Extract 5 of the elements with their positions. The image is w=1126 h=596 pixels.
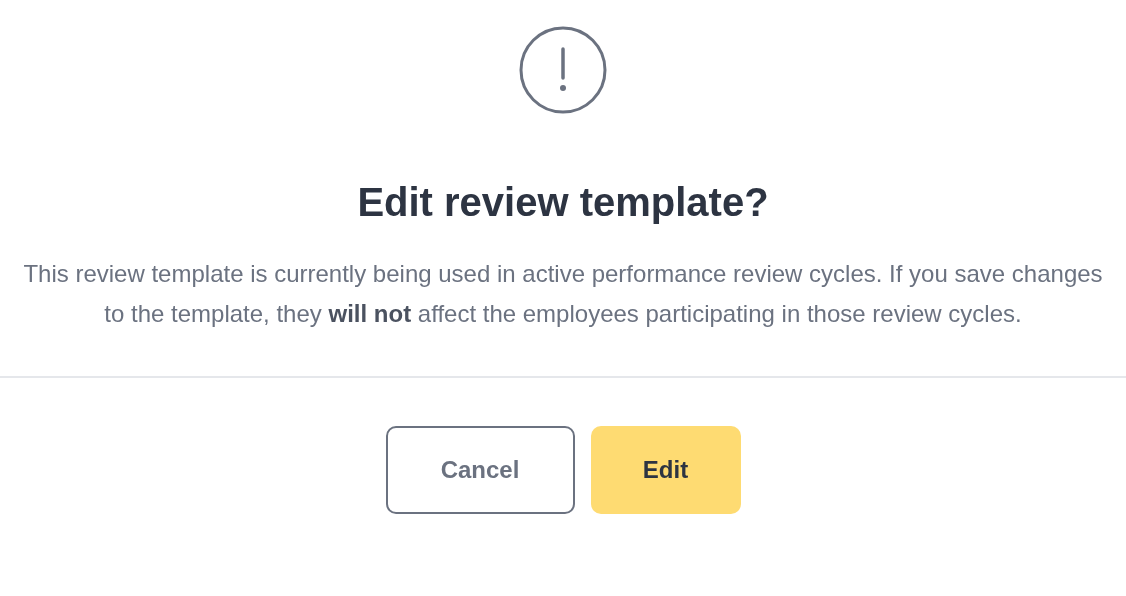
cancel-button[interactable]: Cancel — [385, 426, 575, 514]
edit-button[interactable]: Edit — [590, 426, 741, 514]
dialog-message: This review template is currently being used in active performance review cycles. If you save changes to the template, they will not affect the employees participating in those review cycles. — [23, 259, 1103, 329]
dialog-title: Edit review template? — [357, 179, 769, 226]
warning-icon — [518, 25, 608, 115]
